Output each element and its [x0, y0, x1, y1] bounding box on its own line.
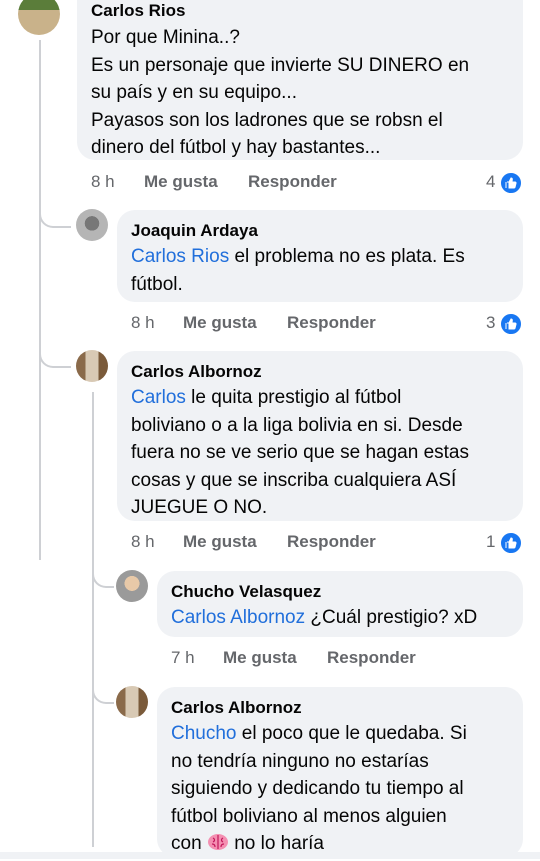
- comment-line: cosas y que se inscriba cualquiera ASÍ: [131, 469, 457, 491]
- comment-author[interactable]: Carlos Albornoz: [171, 698, 302, 718]
- like-button[interactable]: Me gusta: [183, 311, 257, 335]
- comment-author[interactable]: Joaquin Ardaya: [131, 221, 258, 241]
- comment-text: Carlos Albornoz ¿Cuál prestigio? xD: [171, 604, 516, 632]
- comment-line: JUEGUE O NO.: [131, 497, 268, 518]
- comment-text: Carlos le quita prestigio al fútbol boli…: [131, 384, 516, 522]
- like-button[interactable]: Me gusta: [144, 170, 218, 194]
- thread-connector: [92, 676, 114, 704]
- timestamp[interactable]: 8 h: [131, 311, 155, 335]
- comment-line: Carlos Rios el problema no es plata. Es: [131, 246, 465, 267]
- avatar[interactable]: [116, 686, 148, 718]
- reply-button[interactable]: Responder: [287, 530, 376, 554]
- comment-text: Por que Minina..? Es un personaje que in…: [91, 24, 521, 162]
- like-button[interactable]: Me gusta: [223, 646, 297, 670]
- comment-line: Carlos le quita prestigio al fútbol: [131, 387, 402, 408]
- comment-line: Payasos son los ladrones que se robsn el: [91, 109, 443, 131]
- thumbs-up-icon: [499, 312, 523, 336]
- mention-link[interactable]: Chucho: [171, 723, 237, 744]
- thread-line-main: [39, 40, 41, 560]
- reaction-count[interactable]: 3: [486, 311, 523, 336]
- reply-button[interactable]: Responder: [327, 646, 416, 670]
- thread-connector: [39, 200, 71, 228]
- comment-author[interactable]: Carlos Albornoz: [131, 362, 262, 382]
- comment-author[interactable]: Carlos Rios: [91, 1, 185, 21]
- comment-line: boliviano o a la liga bolivia en si. Des…: [131, 414, 463, 436]
- comment-line: Es un personaje que invierte SU DINERO e…: [91, 54, 470, 76]
- avatar[interactable]: [76, 209, 108, 241]
- reaction-count[interactable]: 4: [486, 170, 523, 195]
- comment-line: fútbol.: [131, 273, 183, 295]
- comment-line: Por que Minina..?: [91, 27, 240, 48]
- avatar[interactable]: [18, 0, 60, 35]
- comment-line: Chucho el poco que le quedaba. Si: [171, 723, 467, 744]
- comment-line: fuera no se ve serio que se hagan estas: [131, 442, 470, 463]
- thumbs-up-icon: [499, 531, 523, 555]
- timestamp[interactable]: 8 h: [91, 170, 115, 194]
- comment-line: fútbol boliviano al menos alguien: [171, 805, 447, 827]
- thumbs-up-icon: [499, 171, 523, 195]
- comment-line: dinero del fútbol y hay bastantes...: [91, 137, 381, 158]
- comment-line: Carlos Albornoz ¿Cuál prestigio? xD: [171, 607, 478, 628]
- bottom-divider: [0, 852, 540, 859]
- avatar[interactable]: [76, 350, 108, 382]
- mention-link[interactable]: Carlos: [131, 387, 186, 408]
- reaction-count-number: 3: [486, 313, 496, 332]
- comment-line: su país y en su equipo...: [91, 82, 297, 103]
- reaction-count-number: 1: [486, 532, 496, 551]
- comment-line: siguiendo y dedicando tu tiempo al: [171, 778, 464, 799]
- thread-connector: [39, 340, 71, 368]
- comment-line: no tendría ninguno no estarías: [171, 750, 429, 772]
- mention-link[interactable]: Carlos Rios: [131, 246, 229, 267]
- mention-link[interactable]: Carlos Albornoz: [171, 607, 305, 628]
- comment-text: Chucho el poco que le quedaba. Si no ten…: [171, 720, 516, 858]
- comment-author[interactable]: Chucho Velasquez: [171, 582, 321, 602]
- thread-connector: [92, 560, 114, 588]
- reply-button[interactable]: Responder: [287, 311, 376, 335]
- timestamp[interactable]: 7 h: [171, 646, 195, 670]
- like-button[interactable]: Me gusta: [183, 530, 257, 554]
- avatar[interactable]: [116, 570, 148, 602]
- reaction-count-number: 4: [486, 172, 496, 191]
- brain-emoji-icon: [207, 832, 229, 852]
- thread-line-nested: [92, 392, 94, 847]
- reaction-count[interactable]: 1: [486, 530, 523, 555]
- reply-button[interactable]: Responder: [248, 170, 337, 194]
- timestamp[interactable]: 8 h: [131, 530, 155, 554]
- comment-text: Carlos Rios el problema no es plata. Es …: [131, 243, 511, 298]
